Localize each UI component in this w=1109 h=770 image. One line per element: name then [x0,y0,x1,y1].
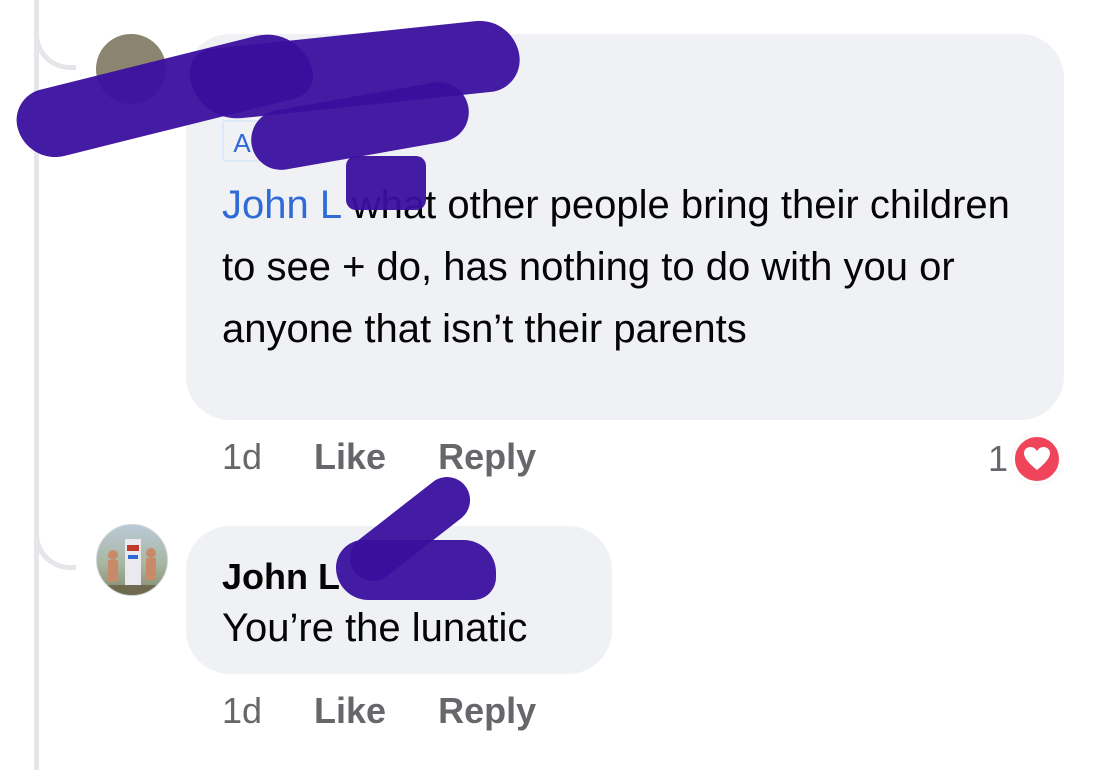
thread-connector [34,510,76,570]
comment-text: You’re the lunatic [222,606,528,650]
heart-icon [1012,434,1063,484]
comment-text: John L what other people bring their chi… [222,174,1042,360]
timestamp[interactable]: 1d [222,690,262,732]
thread-connector [34,10,76,70]
redaction-mark [346,156,426,210]
avatar[interactable] [96,524,168,596]
heart-glyph-icon [1024,447,1051,470]
avatar-photo-icon [97,539,167,595]
like-button[interactable]: Like [314,690,386,732]
author-name[interactable]: John L [222,556,340,598]
timestamp[interactable]: 1d [222,436,262,478]
mention-link[interactable]: John L [222,183,341,227]
comment-actions: 1d Like Reply [222,436,588,478]
reaction-count: 1 [988,438,1009,479]
reply-button[interactable]: Reply [438,436,536,478]
reply-button[interactable]: Reply [438,690,536,732]
redaction-mark [336,540,496,600]
like-button[interactable]: Like [314,436,386,478]
comment-actions: 1d Like Reply [222,690,588,732]
reaction-summary[interactable]: 1 [988,434,1063,484]
comment-body: what other people bring their children t… [222,183,1010,351]
